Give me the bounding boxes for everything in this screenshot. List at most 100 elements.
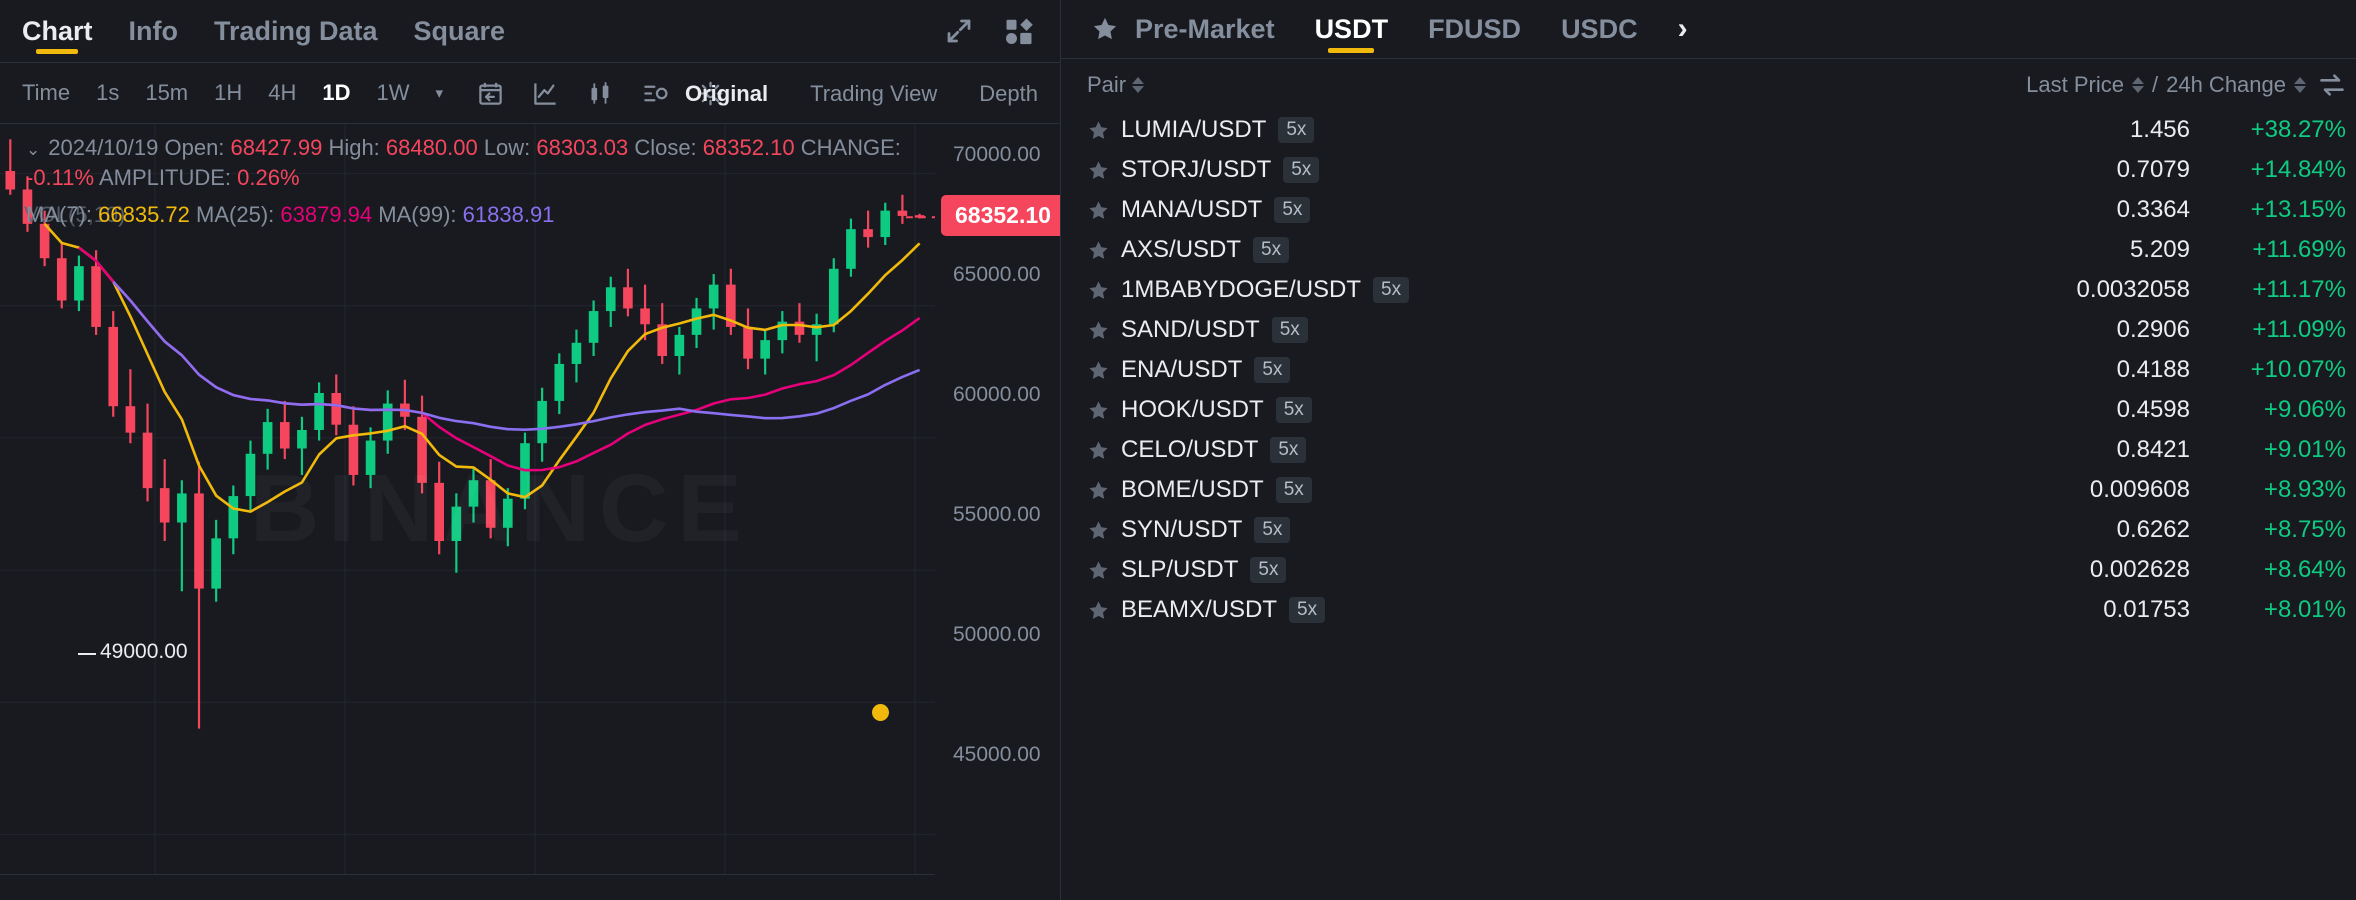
view-depth[interactable]: Depth (979, 81, 1038, 107)
tab-usdt-label: USDT (1314, 13, 1389, 44)
pair-name: ENA/USDT (1121, 356, 1243, 383)
table-row[interactable]: STORJ/USDT 5x 0.7079 +14.84% (1061, 150, 2356, 190)
price-tick-3: 55000.00 (953, 503, 1041, 526)
table-row[interactable]: SYN/USDT 5x 0.6262 +8.75% (1061, 510, 2356, 550)
sort-icon-last-price[interactable] (2131, 74, 2144, 96)
legend-open-label: Open: (164, 135, 225, 160)
chevron-right-icon[interactable]: › (1678, 12, 1688, 46)
pair-name: LUMIA/USDT (1121, 116, 1267, 143)
timeframe-15m[interactable]: 15m (145, 80, 188, 106)
timeframe-4h[interactable]: 4H (268, 80, 296, 106)
leverage-badge: 5x (1250, 557, 1287, 583)
table-row[interactable]: HOOK/USDT 5x 0.4598 +9.06% (1061, 390, 2356, 430)
market-tabs: Pre-Market USDT FDUSD USDC › (1061, 0, 2356, 58)
timeframe-1s[interactable]: 1s (96, 80, 119, 106)
swap-icon[interactable] (2318, 71, 2346, 99)
layout-grid-icon[interactable] (1004, 16, 1034, 46)
legend-amplitude-value: 0.26% (237, 165, 300, 190)
tab-fdusd[interactable]: FDUSD (1428, 0, 1521, 58)
timeframe-1w[interactable]: 1W (377, 80, 410, 106)
table-row[interactable]: 1MBABYDOGE/USDT 5x 0.0032058 +11.17% (1061, 270, 2356, 310)
pair-name: CELO/USDT (1121, 436, 1259, 463)
view-original[interactable]: Original (685, 81, 768, 107)
favorite-star-icon[interactable] (1087, 279, 1121, 302)
line-chart-icon[interactable] (532, 80, 559, 107)
sort-icon-change[interactable] (2294, 74, 2306, 96)
header-pair[interactable]: Pair (1087, 72, 1607, 98)
ma7-value: 66835.72 (98, 202, 190, 227)
favorite-star-icon[interactable] (1087, 559, 1121, 582)
favorite-star-icon[interactable] (1087, 599, 1121, 622)
tab-chart-label: Chart (22, 15, 93, 46)
table-row[interactable]: ENA/USDT 5x 0.4188 +10.07% (1061, 350, 2356, 390)
header-change-label[interactable]: 24h Change (2166, 72, 2286, 98)
header-last-price-label[interactable]: Last Price (2026, 72, 2124, 98)
legend-collapse-icon[interactable]: ⌄ (26, 140, 40, 159)
tab-pre-market[interactable]: Pre-Market (1135, 0, 1275, 58)
price-tick-1: 65000.00 (953, 263, 1041, 286)
expand-icon[interactable] (944, 16, 974, 46)
favorite-star-icon[interactable] (1087, 319, 1121, 342)
favorite-star-icon[interactable] (1087, 199, 1121, 222)
leverage-badge: 5x (1275, 477, 1312, 503)
leverage-badge: 5x (1270, 437, 1307, 463)
price-tick-0: 70000.00 (953, 143, 1041, 166)
table-row[interactable]: BOME/USDT 5x 0.009608 +8.93% (1061, 470, 2356, 510)
ma99-value: 61838.91 (462, 202, 555, 227)
indicator-icon[interactable] (642, 80, 669, 107)
candlestick-plot[interactable] (0, 124, 935, 900)
tab-info-label: Info (128, 15, 178, 46)
favorite-star-icon[interactable] (1087, 119, 1121, 142)
favorite-star-icon[interactable] (1087, 399, 1121, 422)
last-price: 0.01753 (2103, 596, 2190, 623)
tab-usdc[interactable]: USDC (1561, 0, 1638, 58)
favorite-star-icon[interactable] (1087, 519, 1121, 542)
change-percent: +14.84% (2250, 156, 2346, 183)
chevron-down-icon[interactable]: ▾ (436, 84, 444, 102)
view-trading-view[interactable]: Trading View (810, 81, 937, 107)
candlestick-icon[interactable] (587, 80, 614, 107)
ohlc-legend: ⌄ 2024/10/19 Open: 68427.99 High: 68480.0… (26, 134, 901, 191)
change-percent: +8.01% (2263, 596, 2346, 623)
tab-usdt[interactable]: USDT (1315, 0, 1389, 58)
change-percent: +11.09% (2252, 316, 2346, 343)
table-row[interactable]: LUMIA/USDT 5x 1.456 +38.27% (1061, 110, 2356, 150)
pair-name: HOOK/USDT (1121, 396, 1264, 423)
table-row[interactable]: BEAMX/USDT 5x 0.01753 +8.01% (1061, 590, 2356, 630)
leverage-badge: 5x (1373, 277, 1410, 303)
favorite-star-icon[interactable] (1087, 239, 1121, 262)
chart-panel: Chart Info Trading Data Square Time 1s 1… (0, 0, 1060, 900)
price-tick-4: 50000.00 (953, 623, 1041, 646)
chart-area[interactable]: BINANCE ⌄2024/10/19 Open: 68427.99 High:… (0, 124, 1060, 900)
last-price: 0.002628 (2089, 556, 2190, 583)
tab-square-label: Square (413, 15, 506, 46)
price-axis[interactable]: 70000.00 65000.00 60000.00 55000.00 5000… (935, 124, 1060, 900)
sort-icon-pair[interactable] (1132, 74, 1145, 96)
current-price-badge: 68352.10 (941, 195, 1060, 237)
table-row[interactable]: SLP/USDT 5x 0.002628 +8.64% (1061, 550, 2356, 590)
tab-favorites[interactable] (1075, 15, 1135, 43)
tab-chart[interactable]: Chart (22, 0, 93, 62)
leverage-badge: 5x (1274, 197, 1311, 223)
legend-change-label: CHANGE: (800, 135, 901, 160)
table-row[interactable]: MANA/USDT 5x 0.3364 +13.15% (1061, 190, 2356, 230)
change-percent: +9.01% (2263, 436, 2346, 463)
favorite-star-icon[interactable] (1087, 359, 1121, 382)
tab-info[interactable]: Info (129, 0, 178, 62)
timeframe-1d[interactable]: 1D (322, 80, 350, 106)
favorite-star-icon[interactable] (1087, 439, 1121, 462)
timeframe-1h[interactable]: 1H (214, 80, 242, 106)
market-rows[interactable]: LUMIA/USDT 5x 1.456 +38.27% STORJ/USDT 5x 0.70… (1061, 110, 2356, 900)
price-tick-2: 60000.00 (953, 383, 1041, 406)
table-row[interactable]: CELO/USDT 5x 0.8421 +9.01% (1061, 430, 2356, 470)
tab-trading-data[interactable]: Trading Data (214, 0, 378, 62)
table-row[interactable]: AXS/USDT 5x 5.209 +11.69% (1061, 230, 2356, 270)
tab-square[interactable]: Square (414, 0, 506, 62)
favorite-star-icon[interactable] (1087, 479, 1121, 502)
favorite-star-icon[interactable] (1087, 159, 1121, 182)
calendar-icon[interactable] (477, 80, 504, 107)
tab-trading-data-label: Trading Data (214, 15, 378, 46)
timeframe-time-label[interactable]: Time (22, 80, 70, 106)
change-percent: +11.69% (2252, 236, 2346, 263)
table-row[interactable]: SAND/USDT 5x 0.2906 +11.09% (1061, 310, 2356, 350)
